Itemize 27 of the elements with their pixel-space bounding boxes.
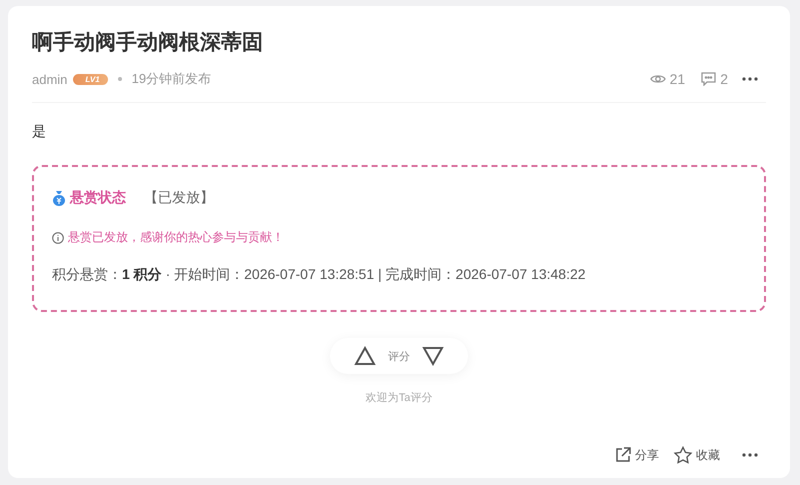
triangle-down-icon bbox=[422, 346, 444, 366]
level-badge: LV1 bbox=[73, 74, 108, 84]
reward-details: 积分悬赏：1 积分 · 开始时间：2026-07-07 13:28:51 | 完成时间：2026-07-07 13:48:22 bbox=[52, 266, 587, 284]
money-bag-icon bbox=[52, 190, 66, 206]
reward-heading: 悬赏状态 bbox=[70, 189, 126, 207]
share-icon bbox=[614, 446, 632, 464]
triangle-up-icon bbox=[354, 346, 376, 366]
eye-icon bbox=[650, 73, 666, 85]
favorite-button[interactable]: 收藏 bbox=[673, 446, 720, 464]
rating-label: 评分 bbox=[388, 350, 410, 364]
post-title: 啊手动阀手动阀根深蒂固 bbox=[32, 30, 264, 56]
info-icon bbox=[52, 232, 64, 244]
more-icon bbox=[742, 453, 758, 457]
view-count: 21 bbox=[670, 71, 686, 87]
comment-icon bbox=[701, 72, 716, 86]
rating-hint: 欢迎为Ta评分 bbox=[366, 390, 432, 405]
reward-notice: 悬赏已发放，感谢你的热心参与与贡献！ bbox=[68, 229, 284, 246]
reward-status: 【已发放】 bbox=[144, 189, 214, 207]
more-icon bbox=[742, 77, 758, 81]
star-icon bbox=[673, 446, 693, 464]
upvote-button[interactable] bbox=[354, 346, 376, 366]
comment-count: 2 bbox=[720, 71, 728, 87]
post-body: 是 bbox=[32, 123, 47, 141]
share-button[interactable]: 分享 bbox=[614, 446, 659, 464]
post-time: 19分钟前发布 bbox=[132, 70, 212, 88]
separator-dot-icon bbox=[118, 77, 122, 81]
downvote-button[interactable] bbox=[422, 346, 444, 366]
